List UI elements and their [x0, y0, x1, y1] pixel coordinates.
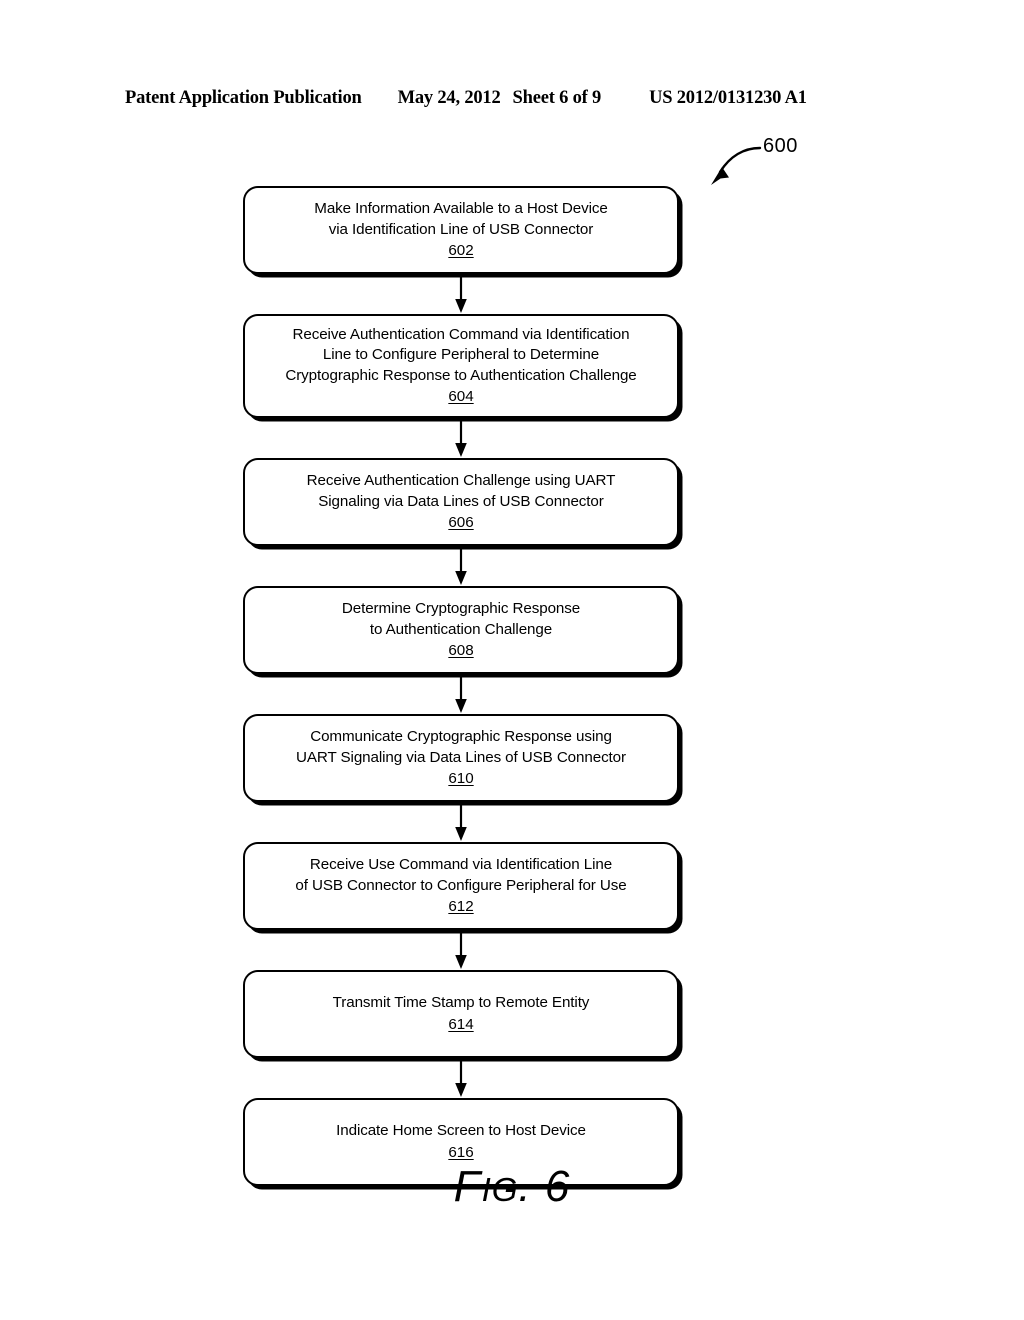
flow-step-614[interactable]: Transmit Time Stamp to Remote Entity 614	[243, 970, 679, 1058]
connector-602-to-604	[243, 274, 679, 314]
arrow-down-icon	[455, 418, 467, 457]
header-date-label: May 24, 2012	[397, 88, 501, 108]
flow-step-612-ref: 612	[448, 898, 474, 915]
arrow-down-icon	[455, 930, 467, 969]
flow-step-616-text: Indicate Home Screen to Host Device	[336, 1122, 586, 1140]
flow-step-614-ref: 614	[448, 1015, 474, 1033]
flow-step-606[interactable]: Receive Authentication Challenge using U…	[243, 458, 679, 546]
arrow-down-icon	[455, 802, 467, 841]
connector-614-to-616	[243, 1058, 679, 1098]
flow-step-608-ref: 608	[448, 642, 474, 659]
flow-step-610[interactable]: Communicate Cryptographic Response using…	[243, 714, 679, 802]
figure-caption: FIG. 6	[0, 1162, 1024, 1212]
flow-step-610-text: Communicate Cryptographic Response using…	[296, 728, 626, 766]
connector-608-to-610	[243, 674, 679, 714]
connector-610-to-612	[243, 802, 679, 842]
flow-step-614-text: Transmit Time Stamp to Remote Entity	[332, 994, 590, 1012]
patent-header: Patent Application Publication May 24, 2…	[125, 88, 900, 109]
arrow-down-icon	[455, 674, 467, 713]
flow-step-606-ref: 606	[448, 514, 474, 531]
flow-step-612[interactable]: Receive Use Command via Identification L…	[243, 842, 679, 930]
connector-612-to-614	[243, 930, 679, 970]
flow-step-606-text: Receive Authentication Challenge using U…	[306, 472, 616, 510]
flow-step-602-ref: 602	[448, 242, 474, 259]
figure-caption-lead: F	[453, 1162, 482, 1211]
arrow-down-icon	[455, 274, 467, 313]
flow-step-608-text: Determine Cryptographic Response to Auth…	[341, 600, 581, 638]
flow-step-608[interactable]: Determine Cryptographic Response to Auth…	[243, 586, 679, 674]
figure-reference-callout: 600	[700, 132, 830, 192]
header-publication-label: Patent Application Publication	[125, 88, 362, 108]
figure-caption-tail: . 6	[518, 1162, 571, 1211]
figure-reference-number: 600	[763, 135, 798, 157]
figure-caption-smallcaps: IG	[481, 1171, 519, 1208]
arrow-down-icon	[455, 1058, 467, 1097]
header-patent-number: US 2012/0131230 A1	[649, 88, 807, 108]
arrow-down-icon	[455, 546, 467, 585]
flow-step-604-text: Receive Authentication Command via Ident…	[285, 325, 637, 384]
header-sheet-label: Sheet 6 of 9	[512, 88, 602, 108]
flow-step-616-ref: 616	[448, 1143, 474, 1161]
connector-606-to-608	[243, 546, 679, 586]
flow-step-602-text: Make Information Available to a Host Dev…	[314, 200, 608, 238]
connector-604-to-606	[243, 418, 679, 458]
flow-step-604[interactable]: Receive Authentication Command via Ident…	[243, 314, 679, 418]
flow-step-602[interactable]: Make Information Available to a Host Dev…	[243, 186, 679, 274]
flow-step-612-text: Receive Use Command via Identification L…	[295, 856, 627, 894]
flowchart: Make Information Available to a Host Dev…	[243, 186, 679, 1186]
flow-step-610-ref: 610	[448, 770, 474, 787]
flow-step-604-ref: 604	[448, 388, 474, 406]
